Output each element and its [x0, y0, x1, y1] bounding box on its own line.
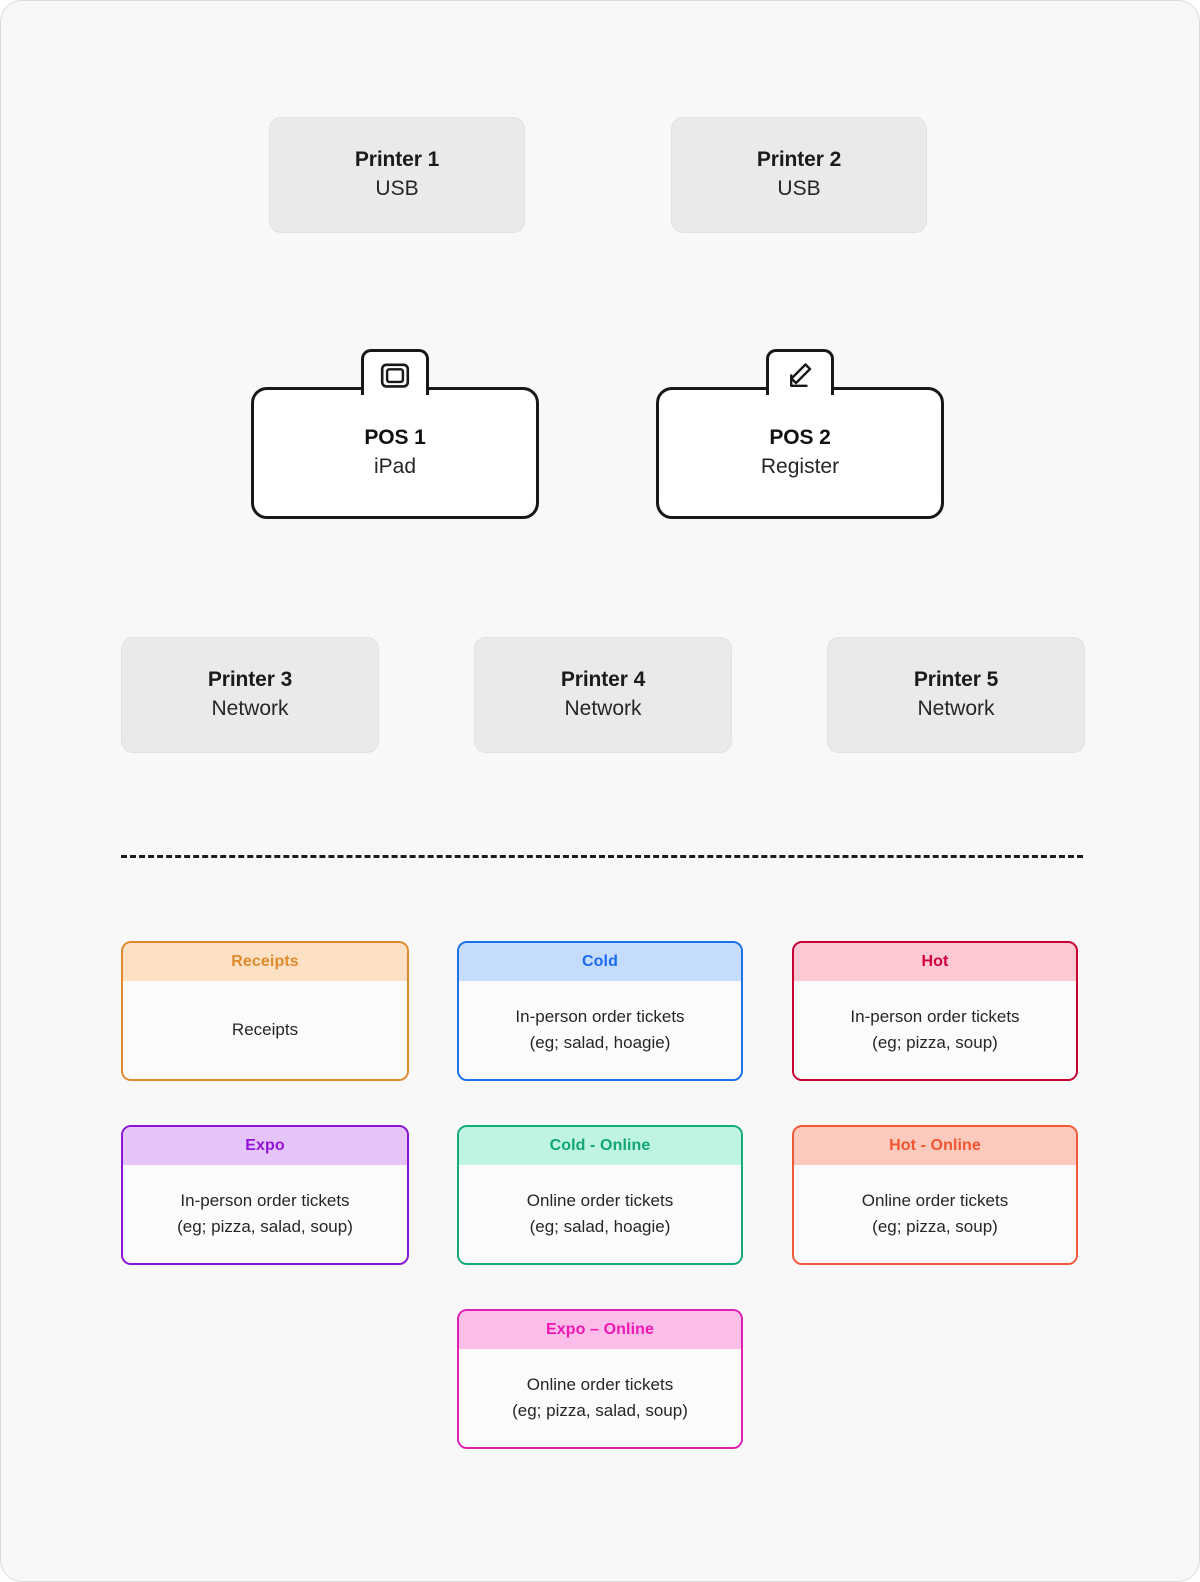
pos-name: POS 1 — [364, 425, 426, 449]
ticket-card-title: Expo – Online — [546, 1321, 654, 1338]
pos-device-1[interactable]: POS 1 iPad — [251, 349, 539, 519]
printer-connection: Network — [211, 696, 289, 720]
pos-body-2: POS 2 Register — [656, 387, 944, 519]
ticket-card-line-2: (eg; pizza, salad, soup) — [177, 1217, 353, 1236]
pos-tab-2 — [766, 349, 834, 395]
ticket-card-body: Online order tickets (eg; pizza, salad, … — [459, 1349, 741, 1447]
printer-name: Printer 1 — [354, 147, 440, 171]
ticket-card-line-2: (eg; salad, hoagie) — [529, 1033, 671, 1052]
pos-tab-1 — [361, 349, 429, 395]
printer-box-network-4[interactable]: Printer 4 Network — [474, 637, 732, 753]
printer-name: Printer 4 — [560, 667, 646, 691]
pos-name: POS 2 — [769, 425, 831, 449]
pos-device-2[interactable]: POS 2 Register — [656, 349, 944, 519]
ticket-card-line-2: (eg; pizza, soup) — [872, 1217, 998, 1236]
printer-box-network-5[interactable]: Printer 5 Network — [827, 637, 1085, 753]
printer-name: Printer 5 — [913, 667, 999, 691]
printer-connection: USB — [777, 176, 821, 200]
ticket-card-body: In-person order tickets (eg; salad, hoag… — [459, 981, 741, 1079]
printer-name: Printer 2 — [756, 147, 842, 171]
pos-body-1: POS 1 iPad — [251, 387, 539, 519]
ticket-card-line-1: In-person order tickets — [180, 1190, 350, 1210]
ticket-card-cold-online[interactable]: Cold - Online Online order tickets (eg; … — [457, 1125, 743, 1265]
ticket-card-header: Hot — [794, 943, 1076, 981]
pos-device-type: iPad — [373, 454, 417, 478]
ticket-card-header: Receipts — [123, 943, 407, 981]
printer-name: Printer 3 — [207, 667, 293, 691]
ticket-card-line-1: Online order tickets — [526, 1374, 674, 1394]
diagram-canvas: Printer 1 USB Printer 2 USB POS 1 iPad P… — [0, 0, 1200, 1582]
ticket-card-body: Receipts — [123, 981, 407, 1079]
ticket-card-body: Online order tickets (eg; salad, hoagie) — [459, 1165, 741, 1263]
ticket-card-title: Cold - Online — [549, 1137, 651, 1154]
ticket-card-header: Expo — [123, 1127, 407, 1165]
printer-box-network-3[interactable]: Printer 3 Network — [121, 637, 379, 753]
printer-connection: Network — [917, 696, 995, 720]
pos-device-type: Register — [760, 454, 840, 478]
ticket-card-body: In-person order tickets (eg; pizza, sala… — [123, 1165, 407, 1263]
ticket-card-line-1: Online order tickets — [526, 1190, 674, 1210]
ticket-card-header: Hot - Online — [794, 1127, 1076, 1165]
pos-tab-seam-mask-1 — [364, 390, 426, 398]
ticket-card-header: Cold — [459, 943, 741, 981]
pos-tab-seam-mask-2 — [769, 390, 831, 398]
ticket-card-header: Cold - Online — [459, 1127, 741, 1165]
ticket-card-line-2: (eg; salad, hoagie) — [529, 1217, 671, 1236]
printer-box-usb-2[interactable]: Printer 2 USB — [671, 117, 927, 233]
ticket-card-body: In-person order tickets (eg; pizza, soup… — [794, 981, 1076, 1079]
ticket-card-cold[interactable]: Cold In-person order tickets (eg; salad,… — [457, 941, 743, 1081]
ticket-card-hot[interactable]: Hot In-person order tickets (eg; pizza, … — [792, 941, 1078, 1081]
printer-box-usb-1[interactable]: Printer 1 USB — [269, 117, 525, 233]
ticket-card-title: Cold — [582, 953, 618, 970]
printer-connection: Network — [564, 696, 642, 720]
ticket-card-line-2: (eg; pizza, soup) — [872, 1033, 998, 1052]
ticket-card-receipts[interactable]: Receipts Receipts — [121, 941, 409, 1081]
ticket-card-expo-online[interactable]: Expo – Online Online order tickets (eg; … — [457, 1309, 743, 1449]
ticket-card-expo[interactable]: Expo In-person order tickets (eg; pizza,… — [121, 1125, 409, 1265]
ticket-card-title: Hot — [921, 953, 949, 970]
section-divider — [121, 855, 1083, 858]
ticket-card-line-1: Receipts — [231, 1019, 299, 1039]
ticket-card-hot-online[interactable]: Hot - Online Online order tickets (eg; p… — [792, 1125, 1078, 1265]
ticket-card-line-1: Online order tickets — [861, 1190, 1009, 1210]
ticket-card-header: Expo – Online — [459, 1311, 741, 1349]
ticket-card-line-1: In-person order tickets — [515, 1006, 685, 1026]
ticket-card-line-2: (eg; pizza, salad, soup) — [512, 1401, 688, 1420]
ticket-card-title: Receipts — [231, 953, 299, 970]
ticket-card-line-1: In-person order tickets — [850, 1006, 1020, 1026]
ticket-card-body: Online order tickets (eg; pizza, soup) — [794, 1165, 1076, 1263]
printer-connection: USB — [375, 176, 419, 200]
ticket-card-title: Expo — [245, 1137, 285, 1154]
ticket-card-title: Hot - Online — [889, 1137, 981, 1154]
